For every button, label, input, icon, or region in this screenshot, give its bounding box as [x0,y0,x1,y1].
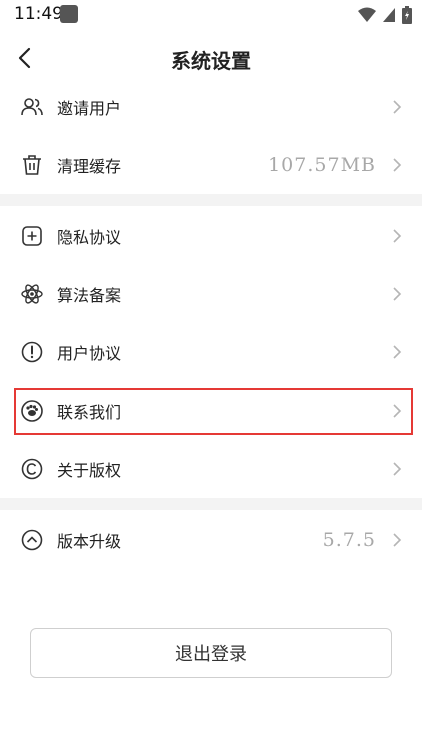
settings-item-label: 隐私协议 [57,228,122,247]
cellular-icon [383,8,395,22]
section-divider [0,498,422,510]
atom-icon [20,282,44,306]
settings-item-label: 用户协议 [57,344,122,363]
exclamation-circle-icon [20,340,44,364]
settings-item-user-agreement[interactable]: 用户协议 [0,323,422,381]
version-value: 5.7.5 [322,529,376,551]
chevron-up-circle-icon [20,528,44,552]
chevron-right-icon [390,345,404,359]
settings-item-label: 清理缓存 [57,157,122,176]
battery-icon [402,6,412,24]
settings-item-label: 版本升级 [57,532,122,551]
chevron-right-icon [390,287,404,301]
status-icons [358,5,412,25]
settings-item-label: 算法备案 [57,286,122,305]
trash-icon [20,153,44,177]
settings-item-version-upgrade[interactable]: 版本升级 5.7.5 [0,511,422,569]
users-icon [20,95,44,119]
settings-item-privacy-policy[interactable]: 隐私协议 [0,207,422,265]
chevron-right-icon [390,158,404,172]
section-divider [0,194,422,206]
settings-item-copyright[interactable]: 关于版权 [0,440,422,498]
settings-item-label: 邀请用户 [57,99,122,118]
settings-item-algorithm-filing[interactable]: 算法备案 [0,265,422,323]
chevron-right-icon [390,533,404,547]
chevron-right-icon [390,100,404,114]
plus-square-icon [20,224,44,248]
logout-button[interactable]: 退出登录 [30,628,392,678]
navigation-bar: 系统设置 [0,36,422,80]
highlight-box [14,388,413,435]
notification-app-icon [60,5,78,23]
settings-item-clear-cache[interactable]: 清理缓存 107.57MB [0,136,422,194]
chevron-right-icon [390,462,404,476]
settings-item-invite-users[interactable]: 邀请用户 [0,78,422,136]
wifi-icon [358,7,376,22]
page-title: 系统设置 [171,49,251,73]
copyright-icon [20,457,44,481]
settings-item-label: 关于版权 [57,461,122,480]
cache-size-value: 107.57MB [268,154,376,176]
chevron-right-icon [390,229,404,243]
status-time: 11:49 [14,4,63,24]
status-bar: 11:49 [0,0,422,30]
